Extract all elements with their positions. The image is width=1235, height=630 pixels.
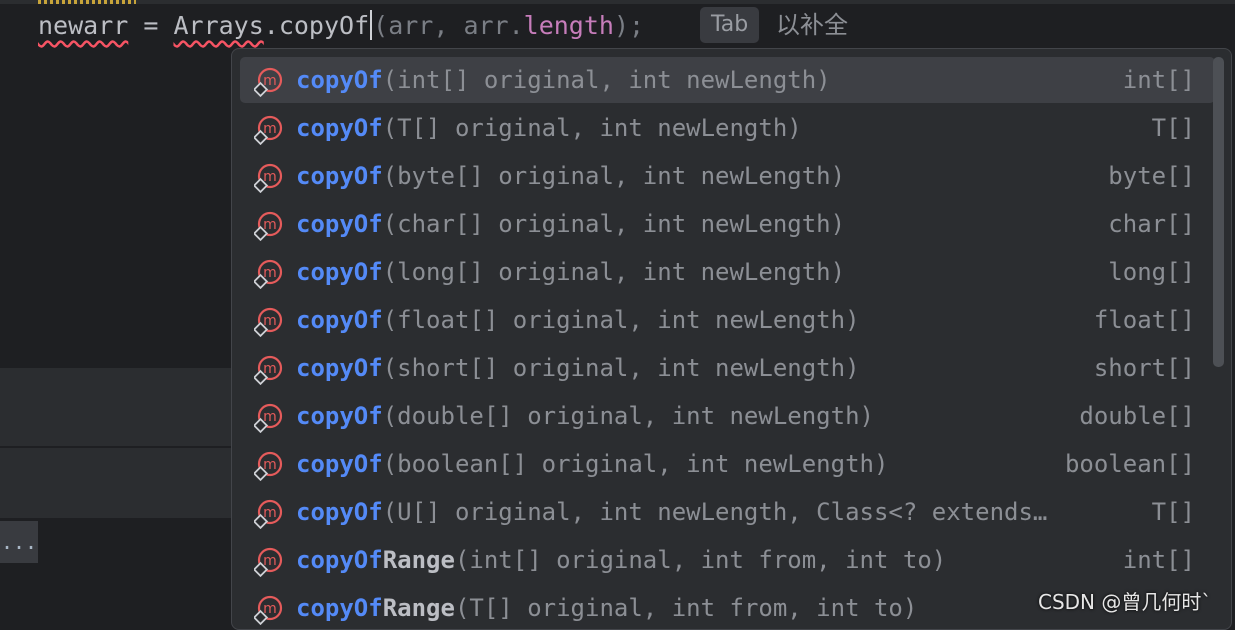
code-hint-close: ); [613,11,645,40]
method-name: copyOf [296,114,383,142]
tab-key-badge: Tab [700,7,760,43]
side-panel-lower [0,448,240,518]
completion-item[interactable]: m copyOf(int[] original, int newLength) in… [240,57,1215,103]
side-panel-upper [0,368,240,446]
completion-item-text: copyOf(byte[] original, int newLength) [296,153,845,199]
method-icon: m [252,114,284,146]
completion-item-text: copyOf(T[] original, int newLength) [296,105,802,151]
completion-item[interactable]: m copyOf(boolean[] original, int newLengt… [240,441,1215,487]
code-equals: = [128,11,174,40]
method-signature: (byte[] original, int newLength) [382,162,846,190]
return-type: long[] [1108,258,1195,286]
completion-item[interactable]: m copyOf(byte[] original, int newLength) b… [240,153,1215,199]
method-name: copyOf [296,306,383,334]
method-icon: m [252,306,284,338]
code-line[interactable]: newarr = Arrays.copyOf (arr, arr.length); [38,6,644,46]
completion-item[interactable]: m copyOf(char[] original, int newLength) c… [240,201,1215,247]
tab-completion-hint: 以补全 [776,11,848,39]
method-icon: m [252,546,284,578]
warning-underline [38,0,136,4]
completion-item-text: copyOf(long[] original, int newLength) [296,249,845,295]
method-signature: (boolean[] original, int newLength) [382,450,889,478]
method-icon: m [252,354,284,386]
method-icon: m [252,498,284,530]
method-signature: (long[] original, int newLength) [382,258,846,286]
method-icon: m [252,402,284,434]
method-name-rest: Range [382,594,455,622]
method-signature: (U[] original, int newLength, Class<? ex… [382,498,1048,526]
completion-item[interactable]: m copyOf(float[] original, int newLength)… [240,297,1215,343]
method-signature: (double[] original, int newLength) [382,402,874,430]
completion-item-text: copyOf(boolean[] original, int newLength… [296,441,888,487]
completion-item-text: copyOf(double[] original, int newLength) [296,393,874,439]
method-name: copyOf [296,450,383,478]
method-name: copyOf [296,258,383,286]
method-signature: (char[] original, int newLength) [382,210,846,238]
return-type: double[] [1079,402,1195,430]
method-name: copyOf [296,402,383,430]
completion-item-text: copyOf(U[] original, int newLength, Clas… [296,489,1047,535]
completion-item-text: copyOf(int[] original, int newLength) [296,57,831,103]
method-name-rest: Range [382,546,455,574]
return-type: T[] [1151,114,1195,142]
return-type: boolean[] [1064,450,1195,478]
method-signature: (T[] original, int newLength) [382,114,802,142]
completion-item[interactable]: m copyOf(short[] original, int newLength)… [240,345,1215,391]
completion-item[interactable]: m copyOfRange(int[] original, int from, i… [240,537,1215,583]
method-signature: (int[] original, int from, int to) [454,546,947,574]
completion-item-text: copyOfRange(T[] original, int from, int … [296,585,918,629]
method-icon: m [252,258,284,290]
text-caret [370,10,373,40]
completion-item[interactable]: m copyOf(long[] original, int newLength) l… [240,249,1215,295]
method-icon: m [252,162,284,194]
code-hint-open: (arr, arr. [373,11,524,40]
completion-item[interactable]: m copyOf(U[] original, int newLength, Cla… [240,489,1215,535]
completion-item-text: copyOf(short[] original, int newLength) [296,345,860,391]
method-name: copyOf [296,162,383,190]
method-signature: (T[] original, int from, int to) [454,594,918,622]
method-name: copyOf [296,498,383,526]
code-variable: newarr [38,11,129,40]
method-signature: (short[] original, int newLength) [382,354,860,382]
return-type: int[] [1122,66,1195,94]
more-button[interactable]: ... [0,521,38,563]
method-icon: m [252,210,284,242]
completion-scrollbar[interactable] [1213,57,1224,367]
method-name: copyOf [296,594,383,622]
method-icon: m [252,450,284,482]
method-name: copyOf [296,546,383,574]
code-hint-field: length [523,11,614,40]
method-name: copyOf [296,66,383,94]
method-icon: m [252,594,284,626]
completion-item-text: copyOfRange(int[] original, int from, in… [296,537,946,583]
method-signature: (float[] original, int newLength) [382,306,860,334]
completion-item-text: copyOf(char[] original, int newLength) [296,201,845,247]
editor-top-strip [0,0,1235,4]
code-class: Arrays [173,11,264,40]
completion-item-text: copyOf(float[] original, int newLength) [296,297,860,343]
method-icon: m [252,66,284,98]
code-method: .copyOf [263,11,370,40]
return-type: int[] [1122,546,1195,574]
return-type: T[] [1151,498,1195,526]
return-type: float[] [1093,306,1195,334]
watermark: CSDN @曾几何时` [1038,590,1212,614]
completion-popup[interactable]: m copyOf(int[] original, int newLength) in… [231,48,1232,630]
return-type: byte[] [1108,162,1195,190]
method-signature: (int[] original, int newLength) [382,66,831,94]
completion-item[interactable]: m copyOf(T[] original, int newLength) T[] [240,105,1215,151]
method-name: copyOf [296,354,383,382]
return-type: short[] [1093,354,1195,382]
completion-item[interactable]: m copyOf(double[] original, int newLength… [240,393,1215,439]
return-type: char[] [1108,210,1195,238]
method-name: copyOf [296,210,383,238]
